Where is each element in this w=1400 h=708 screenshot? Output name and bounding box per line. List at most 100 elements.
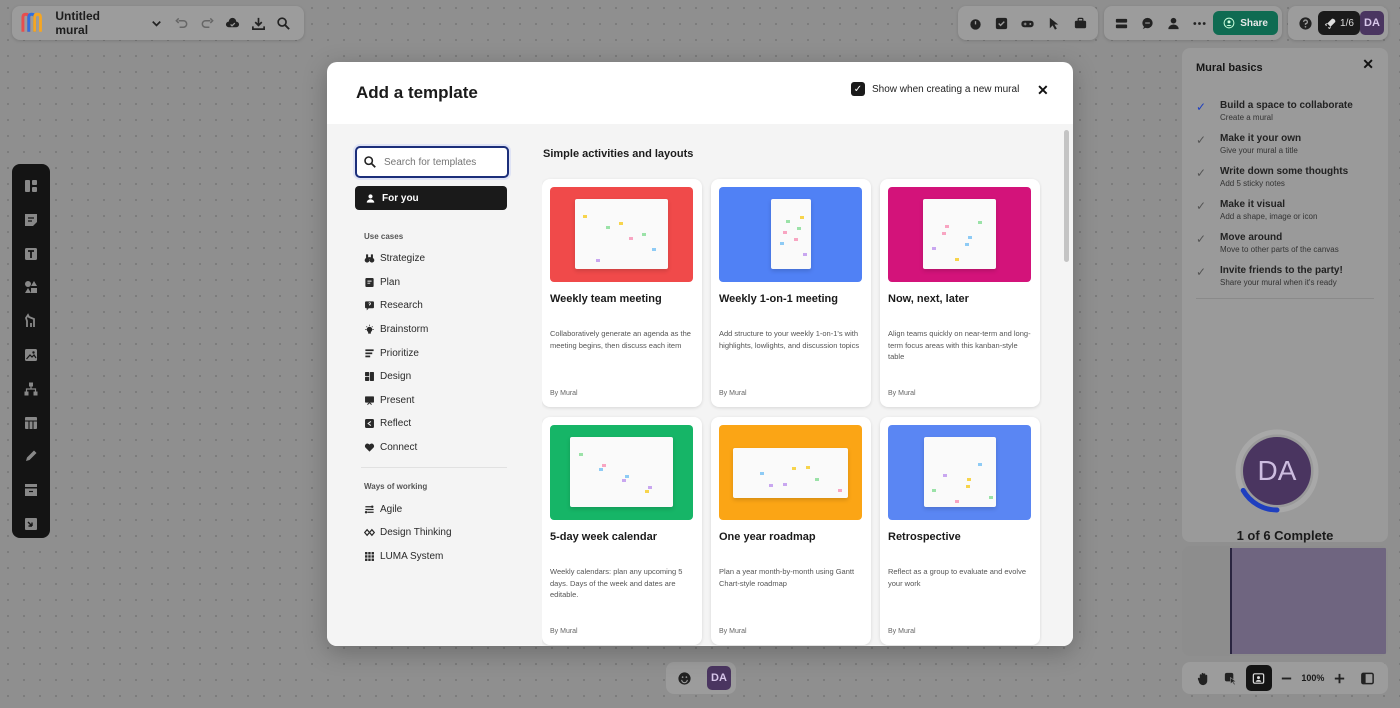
checklist-item[interactable]: ✓ Move around Move to other parts of the c… [1196,232,1374,254]
show-when-checkbox[interactable]: ✓ [851,82,865,96]
upload-icon[interactable] [17,510,45,538]
toolbox-icon[interactable] [1068,10,1094,36]
voting-icon[interactable] [989,10,1015,36]
template-card-one-year-roadmap[interactable]: One year roadmap Plan a year month-by-mon… [711,417,871,645]
sidebar-item-present[interactable]: Present [364,389,509,413]
search-icon[interactable] [271,10,296,36]
thumbnail-sticky [794,238,798,241]
checklist-item[interactable]: ✓ Make it your own Give your mural a title [1196,133,1374,155]
thumbnail-board [575,199,668,269]
share-button[interactable]: Share [1213,11,1278,35]
sidebar-item-strategize[interactable]: Strategize [364,247,509,271]
checklist-item[interactable]: ✓ Write down some thoughts Add 5 sticky no… [1196,166,1374,188]
pen-icon[interactable] [17,443,45,471]
agile-icon [364,504,375,515]
checklist-text: Write down some thoughts Add 5 sticky not… [1220,166,1348,188]
zoom-toolbar: 100% [1182,662,1388,694]
zoom-level[interactable]: 100% [1301,673,1324,683]
image-icon[interactable] [17,341,45,369]
redo-icon[interactable] [195,10,220,36]
mural-logo-icon[interactable] [20,12,45,34]
sidebar-item-brainstorm[interactable]: Brainstorm [364,318,509,342]
close-icon[interactable]: ✕ [1037,82,1049,99]
user-icon[interactable] [1161,10,1187,36]
template-card-weekly-1-on-1-meeting[interactable]: Weekly 1-on-1 meeting Add structure to yo… [711,179,871,407]
icons-library-icon[interactable] [17,307,45,335]
mural-title[interactable]: Untitled mural [55,9,134,37]
top-activity-toolbar [958,6,1098,40]
thumbnail-sticky [652,248,656,251]
hand-icon[interactable] [1190,665,1216,691]
onboarding-progress: 1/6 [1340,17,1354,29]
chat-icon[interactable] [1134,10,1160,36]
text-icon[interactable] [17,240,45,268]
sticky-note-icon[interactable] [17,206,45,234]
shapes-icon[interactable] [17,273,45,301]
cloud-saved-icon[interactable] [220,10,245,36]
checklist-item-title: Build a space to collaborate [1220,100,1353,111]
download-icon[interactable] [245,10,270,36]
search-field[interactable] [355,146,509,178]
frame-icon[interactable] [17,476,45,504]
checklist-item-subtitle: Move to other parts of the canvas [1220,245,1339,254]
thumbnail-sticky [583,215,587,218]
cursor-icon[interactable] [1041,10,1067,36]
sidebar-item-reflect[interactable]: Reflect [364,412,509,436]
undo-icon[interactable] [169,10,194,36]
sidebar-item-prioritize[interactable]: Prioritize [364,341,509,365]
sidebar-item-plan[interactable]: Plan [364,271,509,295]
template-author: By Mural [550,390,578,397]
template-card-retrospective[interactable]: Retrospective Reflect as a group to evalu… [880,417,1040,645]
template-card-5-day-week-calendar[interactable]: 5-day week calendar Weekly calendars: pla… [542,417,702,645]
diagram-icon[interactable] [17,375,45,403]
select-mode-icon[interactable] [1218,665,1244,691]
zoom-in-icon[interactable] [1326,665,1352,691]
ways-of-working-heading: Ways of working [364,482,428,492]
outline-icon[interactable] [1108,10,1134,36]
close-icon[interactable]: ✕ [1362,56,1374,73]
sidebar-item-design-thinking[interactable]: Design Thinking [364,521,509,545]
gamepad-icon[interactable] [1015,10,1041,36]
show-when-toggle[interactable]: ✓ Show when creating a new mural [851,82,1019,96]
timer-icon[interactable] [962,10,988,36]
checklist-item[interactable]: ✓ Build a space to collaborate Create a mu… [1196,100,1374,122]
thumbnail-sticky [602,464,606,467]
scrollbar[interactable] [1064,130,1069,262]
avatar[interactable]: DA [1360,11,1384,35]
template-card-now-next-later[interactable]: Now, next, later Align teams quickly on n… [880,179,1040,407]
chevron-down-icon[interactable] [144,10,169,36]
template-card-weekly-team-meeting[interactable]: Weekly team meeting Collaboratively gener… [542,179,702,407]
sidebar-item-connect[interactable]: Connect [364,436,509,460]
checklist-item-title: Write down some thoughts [1220,166,1349,177]
thumbnail-sticky [783,483,787,486]
avatar[interactable]: DA [707,666,731,690]
checklist-item[interactable]: ✓ Make it visual Add a shape, image or ico… [1196,199,1374,221]
sidebar-item-for-you[interactable]: For you [355,186,507,210]
shapes-icon [364,371,375,382]
user-icon [366,193,375,203]
sidebar-item-agile[interactable]: Agile [364,497,509,521]
emoji-icon[interactable] [671,665,697,691]
more-icon[interactable] [1187,10,1213,36]
search-input[interactable] [384,156,494,168]
minimap[interactable] [1182,546,1388,656]
templates-icon[interactable] [17,172,45,200]
sidebar-item-luma-system[interactable]: LUMA System [364,545,509,569]
sidebar-item-label: Design [380,371,412,383]
thumbnail-sticky [783,231,787,234]
table-icon[interactable] [17,409,45,437]
template-thumbnail [888,187,1031,282]
add-template-modal: Add a template ✓ Show when creating a ne… [327,62,1073,646]
minimap-viewport[interactable] [1230,548,1386,654]
help-icon[interactable] [1292,10,1318,36]
facilitator-icon[interactable] [1245,665,1272,691]
zoom-out-icon[interactable] [1273,665,1299,691]
lightbulb-icon [364,324,375,335]
checklist-item[interactable]: ✓ Invite friends to the party! Share your … [1196,265,1374,287]
thumbnail-board [733,448,848,498]
onboarding-progress-button[interactable]: 1/6 [1318,11,1360,35]
sidebar-item-design[interactable]: Design [364,365,509,389]
minimap-toggle-icon[interactable] [1354,665,1380,691]
sidebar-item-research[interactable]: Research [364,294,509,318]
template-sidebar: For you Use cases Strategize Plan Research… [355,146,509,568]
